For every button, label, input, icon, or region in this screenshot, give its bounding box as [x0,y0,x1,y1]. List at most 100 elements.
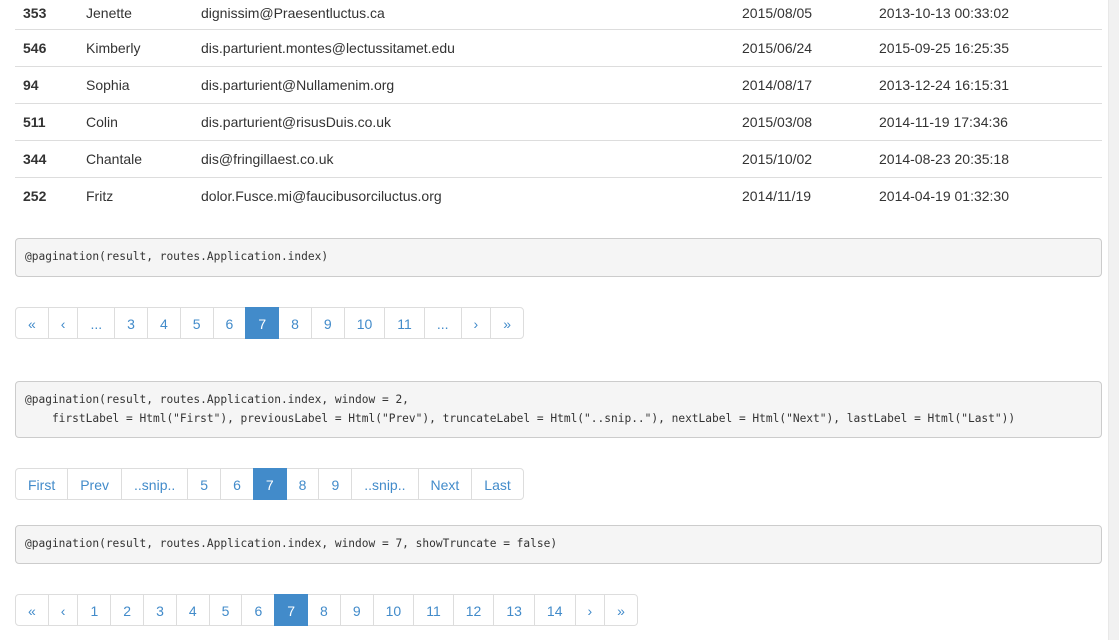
pagination-item: 8 [278,307,312,339]
page-link-4[interactable]: 4 [175,594,210,626]
cell-name: Fritz [78,177,193,214]
last-page-link[interactable]: Last [471,468,524,500]
cell-timestamp: 2014-08-23 20:35:18 [871,140,1102,178]
pagination-item: 10 [372,594,415,626]
page-link-13[interactable]: 13 [493,594,535,626]
pagination-item: 10 [343,307,386,339]
page-link-2[interactable]: 2 [110,594,145,626]
first-page-link[interactable]: First [15,468,69,500]
pagination-item: ..snip.. [351,468,419,500]
page-link-8[interactable]: 8 [285,468,320,500]
truncate-link[interactable]: ... [423,307,462,339]
page-link-6[interactable]: 6 [220,468,254,500]
page-link-5[interactable]: 5 [179,307,214,339]
cell-name: Jenette [86,5,132,21]
page-link-4[interactable]: 4 [146,307,181,339]
pagination: «‹... 3 4 5 6 7 8 9 10 11... ›» [15,307,524,339]
page-link-11[interactable]: 11 [384,307,425,339]
truncate-link[interactable]: ..snip.. [121,468,189,500]
table-row: 353 Jenette dignissim@Praesentluctus.ca 201… [15,0,1102,30]
page-link-9[interactable]: 9 [318,468,353,500]
page-link-3[interactable]: 3 [114,307,148,339]
page-link-10[interactable]: 10 [343,307,386,339]
pagination-item: First [15,468,69,500]
page-link-3[interactable]: 3 [143,594,177,626]
pagination-item: » [490,307,524,339]
pagination-item: 9 [339,594,374,626]
cell-id: 94 [15,66,78,104]
page-scrollbar[interactable] [1108,0,1119,640]
table-row: 344 Chantale dis@fringillaest.co.uk 2015/10… [15,140,1102,178]
cell-date: 2015/06/24 [734,29,871,67]
page-link-10[interactable]: 10 [372,594,415,626]
page-link-6[interactable]: 6 [212,307,247,339]
pagination-item: 13 [493,594,535,626]
pagination-item: 12 [452,594,495,626]
cell-email: dis.parturient@Nullamenim.org [193,66,734,104]
cell-timestamp: 2013-10-13 00:33:02 [879,5,1009,21]
page-link-9[interactable]: 9 [339,594,374,626]
page-link-7[interactable]: 7 [245,307,280,339]
truncate-link[interactable]: ..snip.. [351,468,419,500]
page-link-9[interactable]: 9 [310,307,345,339]
pagination-item: 4 [175,594,210,626]
pagination-item: « [15,594,49,626]
pagination-item: Prev [67,468,123,500]
cell-timestamp: 2013-12-24 16:15:31 [871,66,1102,104]
table-row: 511 Colin dis.parturient@risusDuis.co.uk 20… [15,103,1102,141]
page-link-8[interactable]: 8 [307,594,341,626]
last-page-link[interactable]: » [604,594,638,626]
page-link-12[interactable]: 12 [452,594,495,626]
cell-email: dis.parturient.montes@lectussitamet.edu [193,29,734,67]
pagination-item: 3 [143,594,177,626]
page-link-6[interactable]: 6 [241,594,276,626]
page-link-14[interactable]: 14 [533,594,576,626]
page-link-5[interactable]: 5 [187,468,222,500]
cell-id: 353 [23,5,47,21]
prev-page-link[interactable]: ‹ [47,594,79,626]
pagination-item: › [460,307,492,339]
last-page-link[interactable]: » [490,307,524,339]
page-link-11[interactable]: 11 [413,594,454,626]
first-page-link[interactable]: « [15,594,49,626]
page-link-5[interactable]: 5 [208,594,243,626]
truncate-link[interactable]: ... [77,307,116,339]
next-page-link[interactable]: Next [417,468,473,500]
page-link-7[interactable]: 7 [252,468,287,500]
cell-email: dolor.Fusce.mi@faucibusorciluctus.org [193,177,734,214]
next-page-link[interactable]: › [574,594,606,626]
pagination-item: 14 [533,594,576,626]
page-link-7[interactable]: 7 [274,594,309,626]
cell-id: 546 [15,29,78,67]
page-link-8[interactable]: 8 [278,307,312,339]
table-row: 252 Fritz dolor.Fusce.mi@faucibusorciluctu… [15,177,1102,214]
pagination-item: 4 [146,307,181,339]
pagination-item: 6 [220,468,254,500]
pagination-item: 3 [114,307,148,339]
cell-id: 252 [15,177,78,214]
pagination: First Prev ..snip.. 5 6 7 8 9 ..snip.. Next Last [15,468,524,500]
code-block: @pagination(result, routes.Application.i… [15,381,1102,438]
pagination-item: 8 [285,468,320,500]
pagination-item: ‹ [47,307,79,339]
cell-timestamp: 2014-11-19 17:34:36 [871,103,1102,141]
pagination-item: ... [423,307,462,339]
cell-timestamp: 2014-04-19 01:32:30 [871,177,1102,214]
prev-page-link[interactable]: Prev [67,468,123,500]
cell-id: 344 [15,140,78,178]
pagination-item: ... [77,307,116,339]
page-link-1[interactable]: 1 [77,594,112,626]
table-row: 546 Kimberly dis.parturient.montes@lectuss… [15,29,1102,67]
pagination-item: » [604,594,638,626]
pagination-item: 6 [212,307,247,339]
pagination-item: 1 [77,594,112,626]
pagination-item: 7 [245,307,280,339]
pagination-item: Next [417,468,473,500]
pagination-item: 7 [252,468,287,500]
first-page-link[interactable]: « [15,307,49,339]
next-page-link[interactable]: › [460,307,492,339]
table-row: 94 Sophia dis.parturient@Nullamenim.org 201… [15,66,1102,104]
prev-page-link[interactable]: ‹ [47,307,79,339]
pagination-item: 2 [110,594,145,626]
pagination-item: 11 [413,594,454,626]
